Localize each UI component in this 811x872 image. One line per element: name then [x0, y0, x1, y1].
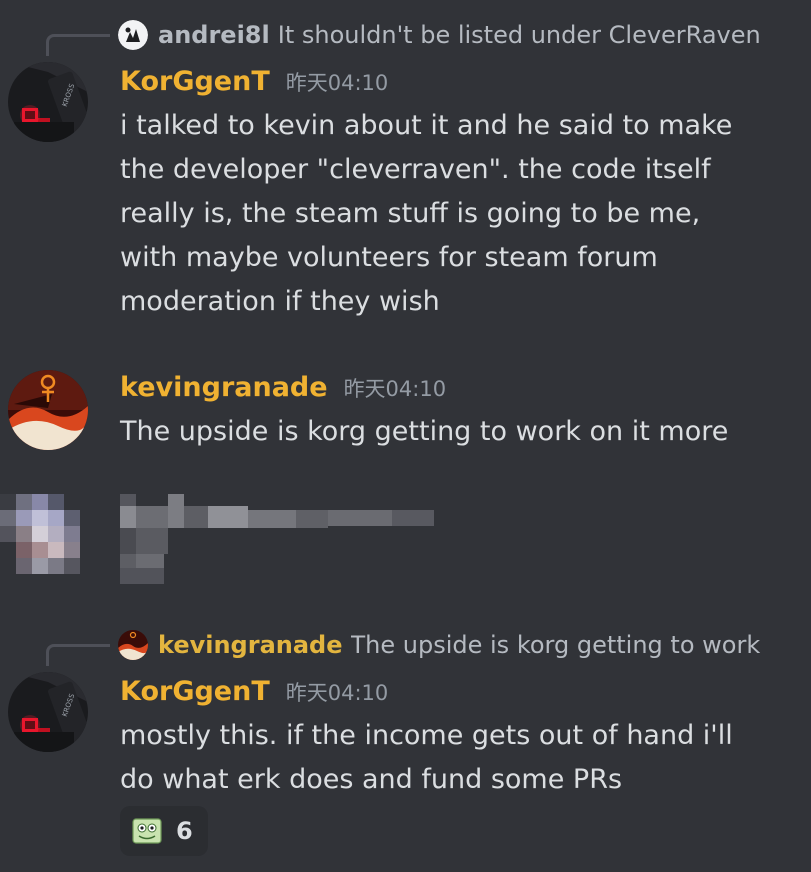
- username[interactable]: KorGgenT: [120, 676, 270, 707]
- reply-preview[interactable]: andrei8l It shouldn't be listed under Cl…: [118, 18, 791, 52]
- message-line: do what erk does and fund some PRs: [120, 764, 623, 795]
- reply-text: It shouldn't be listed under CleverRaven: [277, 21, 761, 49]
- reply-avatar-kevingranade: [118, 630, 148, 660]
- timestamp[interactable]: 昨天04:10: [286, 677, 389, 707]
- timestamp[interactable]: 昨天04:10: [344, 373, 447, 403]
- avatar-korggent[interactable]: KROSS: [8, 672, 88, 752]
- timestamp[interactable]: 昨天04:10: [286, 67, 389, 97]
- message-line: the developer "cleverraven". the code it…: [120, 154, 711, 185]
- message-line: mostly this. if the income gets out of h…: [120, 720, 733, 751]
- message-line: The upside is korg getting to work on it…: [120, 416, 729, 447]
- reaction-count: 6: [176, 817, 193, 845]
- reply-connector: [46, 34, 110, 56]
- message-content: The upside is korg getting to work on it…: [120, 410, 760, 454]
- message-header: KorGgenT 昨天04:10: [120, 676, 388, 707]
- message-content: mostly this. if the income gets out of h…: [120, 714, 760, 802]
- reply-connector: [46, 644, 110, 666]
- message-line: really is, the steam stuff is going to b…: [120, 198, 701, 229]
- username[interactable]: kevingranade: [120, 372, 328, 403]
- username[interactable]: KorGgenT: [120, 66, 270, 97]
- message-header: kevingranade 昨天04:10: [120, 372, 446, 403]
- message-line: with maybe volunteers for steam forum: [120, 242, 658, 273]
- message-line: moderation if they wish: [120, 286, 440, 317]
- frog-emoji-icon: [132, 816, 162, 846]
- reply-author[interactable]: kevingranade: [158, 631, 343, 659]
- reply-preview[interactable]: kevingranade The upside is korg getting …: [118, 628, 791, 662]
- message-header: KorGgenT 昨天04:10: [120, 66, 388, 97]
- avatar-kevingranade[interactable]: [8, 370, 88, 450]
- reply-avatar-andrei8l: [118, 20, 148, 50]
- message-line: i talked to kevin about it and he said t…: [120, 110, 733, 141]
- avatar-korggent[interactable]: KROSS: [8, 62, 88, 142]
- message-content: i talked to kevin about it and he said t…: [120, 104, 760, 324]
- reply-author[interactable]: andrei8l: [158, 21, 270, 49]
- reaction-button[interactable]: 6: [120, 806, 208, 856]
- reply-text: The upside is korg getting to work on it…: [350, 631, 761, 659]
